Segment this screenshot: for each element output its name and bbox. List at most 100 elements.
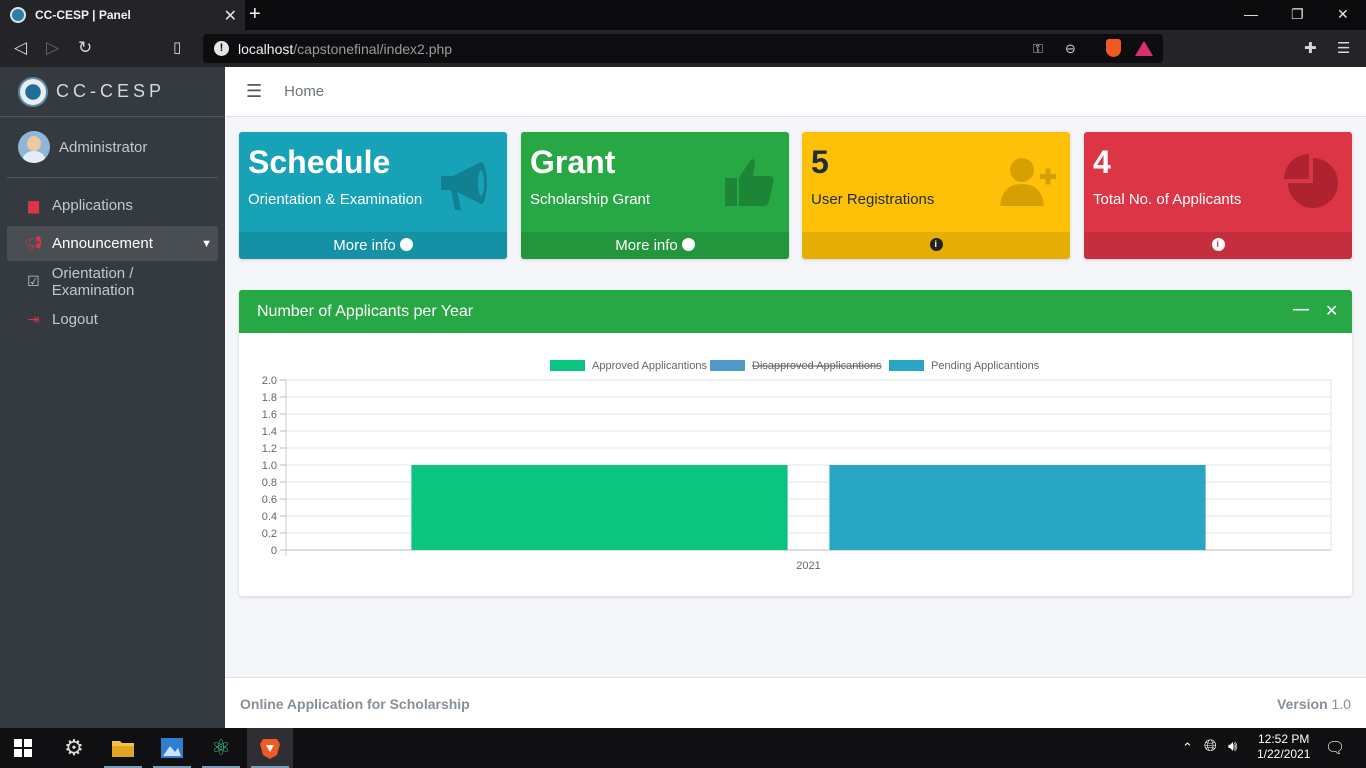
notifications-icon[interactable]: 🗨︎ [1325,738,1345,758]
site-info-icon[interactable]: ! [214,41,229,56]
site-favicon-icon [10,7,26,23]
photos-icon [161,738,183,758]
legend-label: Pending Applicantions [931,360,1040,372]
y-tick-label: 0.8 [262,477,277,489]
chevron-down-icon: ▼ [201,237,212,250]
more-info-link[interactable]: More info [521,231,789,259]
y-tick-label: 1.4 [262,426,277,438]
taskbar-atom[interactable]: ⚛ [198,728,244,768]
footer-text: Online Application for Scholarship [240,696,470,712]
calendar-check-icon: ☑ [27,273,40,289]
tab-title: CC-CESP | Panel [35,8,131,22]
back-icon[interactable]: ◁ [14,38,27,58]
info-link[interactable] [1084,231,1352,259]
total-applicants-box: 4 Total No. of Applicants [1084,132,1352,259]
applicants-chart-card: Number of Applicants per Year — ✕ 2.0 1.8… [239,290,1352,596]
windows-logo-icon [14,739,32,757]
legend-label: Disapproved Applicantions [752,360,882,372]
browser-toolbar: ◁ ▷ ↻ ▯ ! localhost/capstonefinal/index2… [0,30,1366,67]
new-tab-icon[interactable]: + [249,3,261,26]
applicants-count: 4 [1093,144,1111,180]
volume-icon[interactable]: 🔊︎ [1228,738,1237,755]
taskbar-settings[interactable]: ⚙ [51,728,97,768]
hamburger-icon[interactable]: ☰ [246,81,262,102]
atom-icon: ⚛ [211,735,231,760]
sidebar-item-label: Orientation / Examination [51,264,135,299]
bullhorn-icon: 📢︎ [24,235,43,251]
y-tick-label: 1.6 [262,409,277,421]
brave-rewards-icon[interactable] [1135,41,1153,56]
top-navbar: ☰ Home [225,67,1366,117]
close-icon[interactable]: ✕ [1325,301,1338,321]
globe-icon[interactable]: 🌐︎ [1204,738,1217,756]
user-plus-icon [1000,158,1056,206]
browser-tab[interactable]: CC-CESP | Panel ✕ [0,0,245,30]
y-tick-label: 0.6 [262,494,277,506]
sidebar-item-orientation-examination[interactable]: ☑ Orientation / Examination [7,264,218,299]
minimize-icon[interactable]: — [1244,6,1258,22]
version-info: Version 1.0 [1277,696,1351,712]
tray-chevron-up-icon[interactable]: ⌃ [1182,740,1193,756]
brave-icon [260,739,280,759]
sidebar-item-label: Announcement [52,235,153,252]
browser-tab-bar: CC-CESP | Panel ✕ + — ❐ ✕ [0,0,1366,30]
restore-icon[interactable]: ❐ [1291,6,1304,23]
brave-shield-icon[interactable] [1106,39,1121,57]
archive-icon: ▆ [28,197,39,213]
sidebar-menu: ▆ Applications 📢︎ Announcement ▼ ☑ Orien… [0,178,225,337]
collapse-icon[interactable]: — [1293,301,1309,319]
pie-chart-icon [1284,154,1338,208]
sidebar-item-applications[interactable]: ▆ Applications [7,188,218,223]
brand[interactable]: CC-CESP [0,67,225,117]
box-subtitle: Orientation & Examination [248,191,423,208]
taskbar-photos[interactable] [149,728,195,768]
legend-swatch [889,360,924,371]
y-tick-label: 0.2 [262,528,277,540]
card-title: Number of Applicants per Year [257,302,474,320]
sidebar-item-announcement[interactable]: 📢︎ Announcement ▼ [7,226,218,261]
info-link[interactable] [802,231,1070,259]
folder-icon [112,741,134,757]
y-tick-label: 1.8 [262,392,277,404]
grant-box: Grant Scholarship Grant More info [521,132,789,259]
more-info-link[interactable]: More info [239,231,507,259]
legend-swatch [710,360,745,371]
sidebar: CC-CESP Administrator ▆ Applications 📢︎ … [0,67,225,728]
bookmark-icon[interactable]: ▯ [173,38,181,56]
key-icon[interactable]: ⚿ [1033,41,1043,57]
forward-icon[interactable]: ▷ [46,38,59,58]
start-button[interactable] [0,728,46,768]
close-window-icon[interactable]: ✕ [1337,6,1349,23]
clock[interactable]: 12:52 PM 1/22/2021 [1257,732,1310,762]
x-tick-label: 2021 [796,560,820,572]
sign-out-icon: ⇥ [27,311,40,327]
taskbar-file-explorer[interactable] [100,728,146,768]
bullhorn-icon [441,162,487,210]
zoom-icon[interactable]: ⊖ [1065,41,1076,57]
y-tick-label: 1.0 [262,460,277,472]
bar-pending-applicantions [829,465,1206,550]
reload-icon[interactable]: ↻ [78,38,92,58]
y-tick-label: 0 [271,545,277,557]
legend-swatch [550,360,585,371]
home-link[interactable]: Home [284,83,324,100]
close-tab-icon[interactable]: ✕ [224,6,237,26]
extensions-icon[interactable]: ✚ [1304,39,1317,57]
box-title: Schedule [248,144,391,180]
user-registrations-box: 5 User Registrations [802,132,1070,259]
card-header: Number of Applicants per Year — ✕ [239,290,1352,333]
y-tick-label: 2.0 [262,375,277,387]
brand-logo-icon [18,76,48,107]
menu-icon[interactable]: ☰ [1337,39,1350,57]
brand-text: CC-CESP [56,81,166,101]
arrow-circle-right-icon [681,231,695,258]
user-panel[interactable]: Administrator [7,117,218,178]
arrow-circle-right-icon [399,231,413,258]
info-circle-icon [1211,231,1225,258]
sidebar-item-logout[interactable]: ⇥ Logout [7,302,218,337]
avatar [18,131,50,163]
y-tick-label: 1.2 [262,443,277,455]
legend-label: Approved Applicantions [592,360,707,372]
address-bar[interactable]: ! localhost/capstonefinal/index2.php ⚿ ⊖ [203,34,1163,63]
taskbar-brave[interactable] [247,728,293,768]
